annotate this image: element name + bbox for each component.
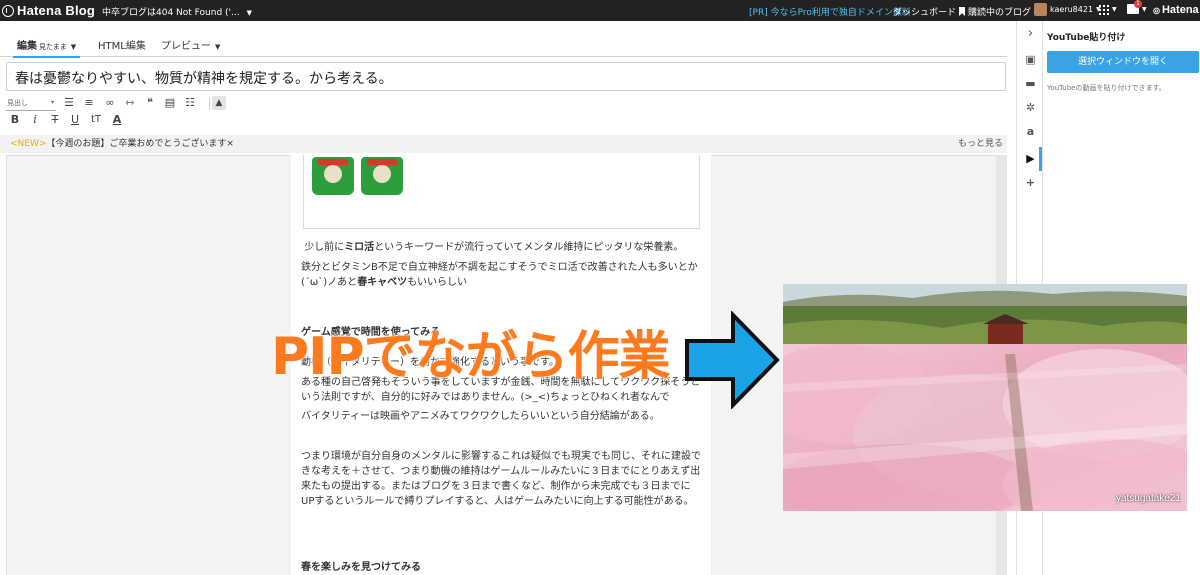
article-paragraph: つまり環境が自分自身のメンタルに影響するこれは疑似でも現実でも同じ、それに建設で…	[301, 451, 701, 507]
weekly-topic-banner: <NEW>【今週のお題】ご卒業おめでとうございます× もっと見る	[0, 135, 1007, 153]
reading-blogs-link[interactable]: 購読中のブログ	[959, 5, 1031, 18]
pip-video-window[interactable]: yatsugatake21	[783, 284, 1187, 511]
chevron-right-icon[interactable]: ›	[1024, 27, 1037, 40]
tab-html-edit[interactable]: HTML編集	[98, 37, 146, 52]
chevron-down-icon: ▼	[1142, 6, 1147, 13]
blog-selector[interactable]: 中卒ブログは404 Not Found ('... ▼	[102, 5, 252, 18]
text-color-icon[interactable]: A	[110, 113, 124, 127]
more-separator-icon[interactable]: ☷	[183, 96, 197, 110]
numbered-list-icon[interactable]: ≡	[82, 96, 96, 110]
panel-description: YouTubeの動画を貼り付けできます。	[1047, 84, 1166, 92]
article-title-input[interactable]: 春は憂鬱なりやすい、物質が精神を規定する。から考える。	[6, 62, 1006, 91]
notification-badge: 1	[1134, 0, 1142, 8]
editor-tabs: 編集 見たまま ▼ HTML編集 プレビュー ▼	[0, 21, 1007, 58]
article-heading: 春を楽しみを見つけてみる	[301, 562, 421, 573]
horizontal-rule-icon[interactable]: ⇿	[123, 96, 137, 110]
chevron-down-icon: ▾	[50, 99, 54, 106]
strikethrough-icon[interactable]: T	[48, 113, 62, 127]
pip-annotation-label: PIPでながら作業	[271, 327, 671, 387]
weekly-topic-link[interactable]: 【今週のお題】ご卒業おめでとうございます	[46, 139, 226, 149]
video-watermark: yatsugatake21	[1115, 493, 1181, 504]
avatar	[1034, 3, 1047, 16]
top-navigation-bar: Hatena Blog 中卒ブログは404 Not Found ('... ▼ […	[0, 0, 1200, 21]
italic-icon[interactable]: i	[28, 113, 42, 127]
collapse-toolbar-icon[interactable]: ▲	[212, 96, 226, 110]
video-frame	[783, 284, 1187, 511]
more-link[interactable]: もっと見る	[958, 135, 1003, 153]
bold-icon[interactable]: B	[8, 113, 22, 127]
chevron-down-icon: ▼	[246, 9, 252, 17]
photo-icon[interactable]: ▣	[1024, 53, 1037, 66]
table-icon[interactable]: ▤	[163, 96, 177, 110]
product-image	[312, 157, 354, 195]
formatting-toolbar: 見出し ▾ ☰ ≡ ∞ ⇿ ❝ ▤ ☷ ▲ B i T U tT A	[6, 95, 1006, 131]
article-paragraph: 少し前にミロ活というキーワードが流行っていてメンタル維持にピッタリな栄養素。	[304, 242, 684, 253]
panel-title: YouTube貼り付け	[1047, 33, 1126, 43]
gear-icon[interactable]: ✲	[1024, 101, 1037, 114]
chevron-down-icon: ▼	[215, 43, 221, 51]
youtube-icon[interactable]: ▶	[1024, 152, 1037, 165]
underline-icon[interactable]: U	[68, 113, 82, 127]
pro-promo-link[interactable]: [PR] 今ならPro利用で独自ドメイン無料	[749, 5, 911, 18]
article-paragraph: バイタリティーは映画やアニメみてワクワクしたらいいという自分結論がある。	[301, 411, 660, 422]
arrow-right-icon	[685, 311, 780, 409]
hatena-menu[interactable]: ◎ Hatena	[1153, 4, 1199, 16]
bullet-list-icon[interactable]: ☰	[62, 96, 76, 110]
quote-icon[interactable]: ❝	[143, 96, 157, 110]
bookmark-icon	[959, 7, 965, 16]
chevron-down-icon: ▼	[70, 43, 77, 51]
toolbar-divider	[209, 98, 210, 110]
tab-preview[interactable]: プレビュー ▼	[161, 37, 220, 52]
open-selection-window-button[interactable]: 選択ウィンドウを開く	[1047, 51, 1199, 73]
notification-icon[interactable]: 1	[1127, 0, 1142, 14]
amazon-icon[interactable]: a	[1024, 125, 1037, 138]
article-paragraph: 鉄分とビタミンB不足で自立神経が不調を起こすそうでミロ活で改善された人も多いとか…	[301, 262, 698, 288]
active-indicator	[1039, 147, 1042, 171]
plus-icon[interactable]: +	[1024, 176, 1037, 189]
new-tag: <NEW>	[10, 139, 47, 149]
product-image	[361, 157, 403, 195]
link-icon[interactable]: ∞	[103, 96, 117, 110]
hatena-logo-icon	[2, 4, 14, 17]
close-icon[interactable]: ×	[226, 139, 234, 149]
hatena-blog-logo[interactable]: Hatena Blog	[2, 3, 95, 18]
tab-edit[interactable]: 編集 見たまま ▼	[12, 37, 81, 58]
font-size-icon[interactable]: tT	[89, 113, 103, 127]
hatena-logo-icon: ◎	[1153, 5, 1160, 15]
user-menu[interactable]: kaeru8421▼	[1034, 3, 1101, 16]
folder-icon[interactable]: ▬	[1024, 77, 1037, 90]
dashboard-link[interactable]: ダッシュボード	[893, 5, 956, 18]
apps-grid-icon[interactable]	[1099, 5, 1109, 15]
chevron-down-icon: ▼	[1112, 6, 1117, 13]
heading-select[interactable]: 見出し ▾	[6, 98, 56, 111]
